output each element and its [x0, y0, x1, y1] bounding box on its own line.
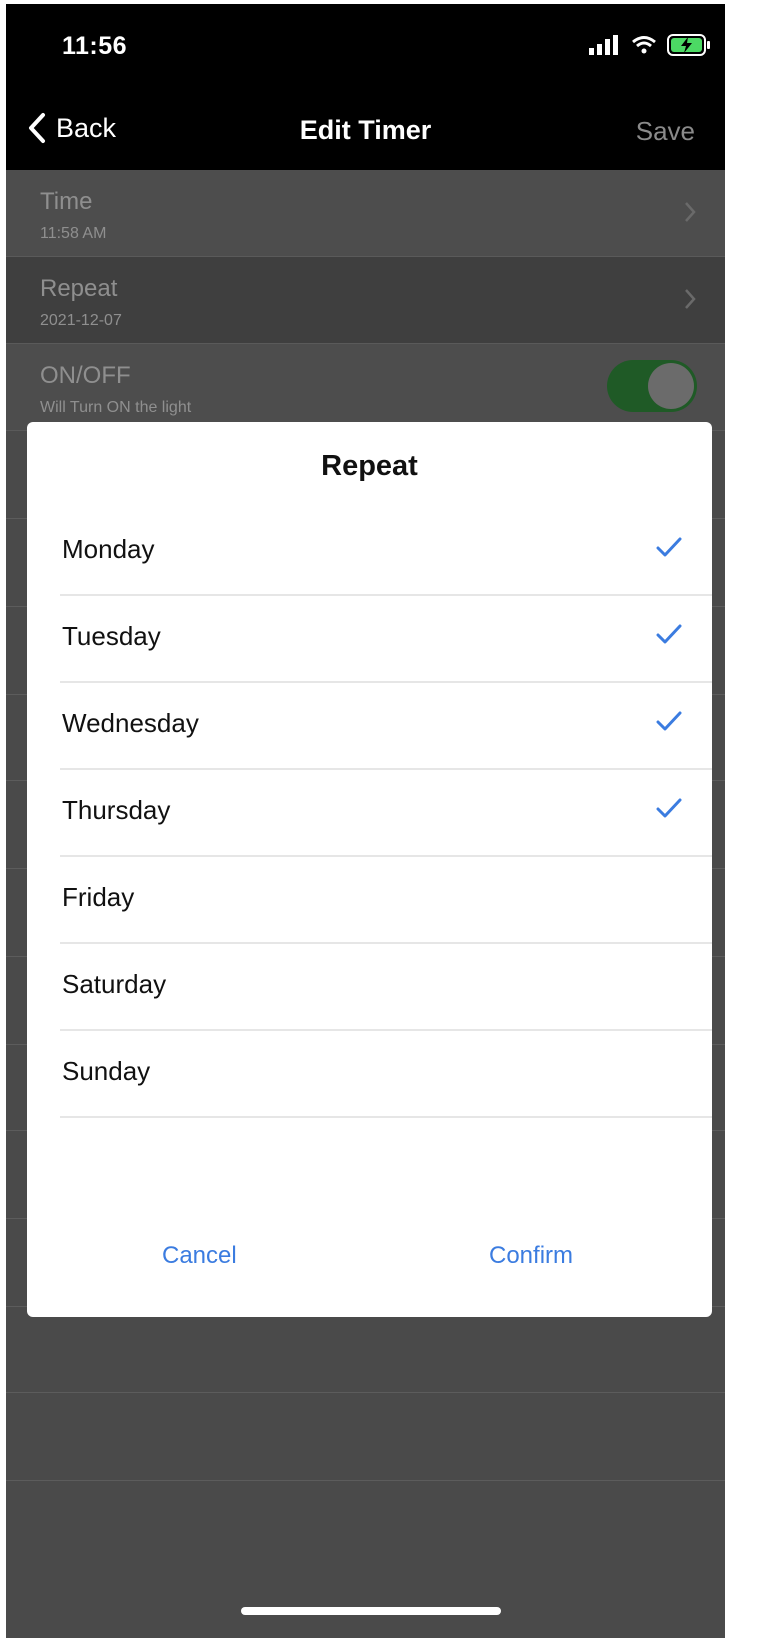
- cancel-button[interactable]: Cancel: [162, 1242, 237, 1270]
- nav-bar: Back Edit Timer Save: [6, 94, 725, 170]
- onoff-row: ON/OFF Will Turn ON the light: [6, 344, 725, 431]
- battery-charging-icon: [667, 34, 710, 56]
- time-value: 11:58 AM: [40, 225, 107, 242]
- day-option-wednesday[interactable]: Wednesday: [60, 682, 712, 770]
- day-label: Friday: [62, 882, 135, 912]
- day-option-monday[interactable]: Monday: [60, 508, 712, 596]
- status-icons: [589, 34, 711, 56]
- time-title: Time: [40, 188, 93, 215]
- day-option-saturday[interactable]: Saturday: [60, 943, 712, 1031]
- checkmark-icon: [656, 798, 682, 818]
- save-button[interactable]: Save: [636, 116, 695, 147]
- wifi-icon: [632, 36, 656, 54]
- time-row[interactable]: Time 11:58 AM: [6, 170, 725, 257]
- day-label: Tuesday: [62, 621, 161, 651]
- repeat-dialog: Repeat Monday Tuesday Wednesday Thursday: [27, 422, 712, 1317]
- onoff-toggle[interactable]: [607, 360, 697, 412]
- cellular-signal-icon: [589, 35, 618, 55]
- checkmark-icon: [656, 711, 682, 731]
- back-label: Back: [56, 112, 117, 143]
- onoff-subtitle: Will Turn ON the light: [40, 399, 192, 416]
- chevron-right-icon: [685, 202, 696, 222]
- confirm-button[interactable]: Confirm: [489, 1242, 573, 1270]
- day-label: Monday: [62, 534, 155, 564]
- back-button[interactable]: Back: [28, 112, 116, 144]
- home-indicator[interactable]: [241, 1607, 501, 1615]
- screen: 11:56 Back Edit Timer Save Time 11:58 AM…: [6, 4, 725, 1638]
- divider: [6, 1392, 725, 1393]
- checkmark-icon: [656, 537, 682, 557]
- day-label: Wednesday: [62, 708, 199, 738]
- day-option-sunday[interactable]: Sunday: [60, 1030, 712, 1118]
- chevron-left-icon: [29, 113, 45, 143]
- checkmark-icon: [656, 624, 682, 644]
- day-label: Thursday: [62, 795, 171, 825]
- chevron-right-icon: [685, 289, 696, 309]
- day-option-friday[interactable]: Friday: [60, 856, 712, 944]
- dialog-title: Repeat: [321, 450, 418, 482]
- day-label: Saturday: [62, 969, 167, 999]
- day-label: Sunday: [62, 1056, 151, 1086]
- toggle-knob: [648, 363, 694, 409]
- onoff-title: ON/OFF: [40, 362, 131, 389]
- divider: [6, 1480, 725, 1481]
- day-option-tuesday[interactable]: Tuesday: [60, 595, 712, 683]
- repeat-row[interactable]: Repeat 2021-12-07: [6, 257, 725, 344]
- status-bar: 11:56: [6, 4, 725, 94]
- repeat-value: 2021-12-07: [40, 312, 122, 329]
- status-time: 11:56: [62, 32, 128, 60]
- repeat-title: Repeat: [40, 275, 118, 302]
- day-option-thursday[interactable]: Thursday: [60, 769, 712, 857]
